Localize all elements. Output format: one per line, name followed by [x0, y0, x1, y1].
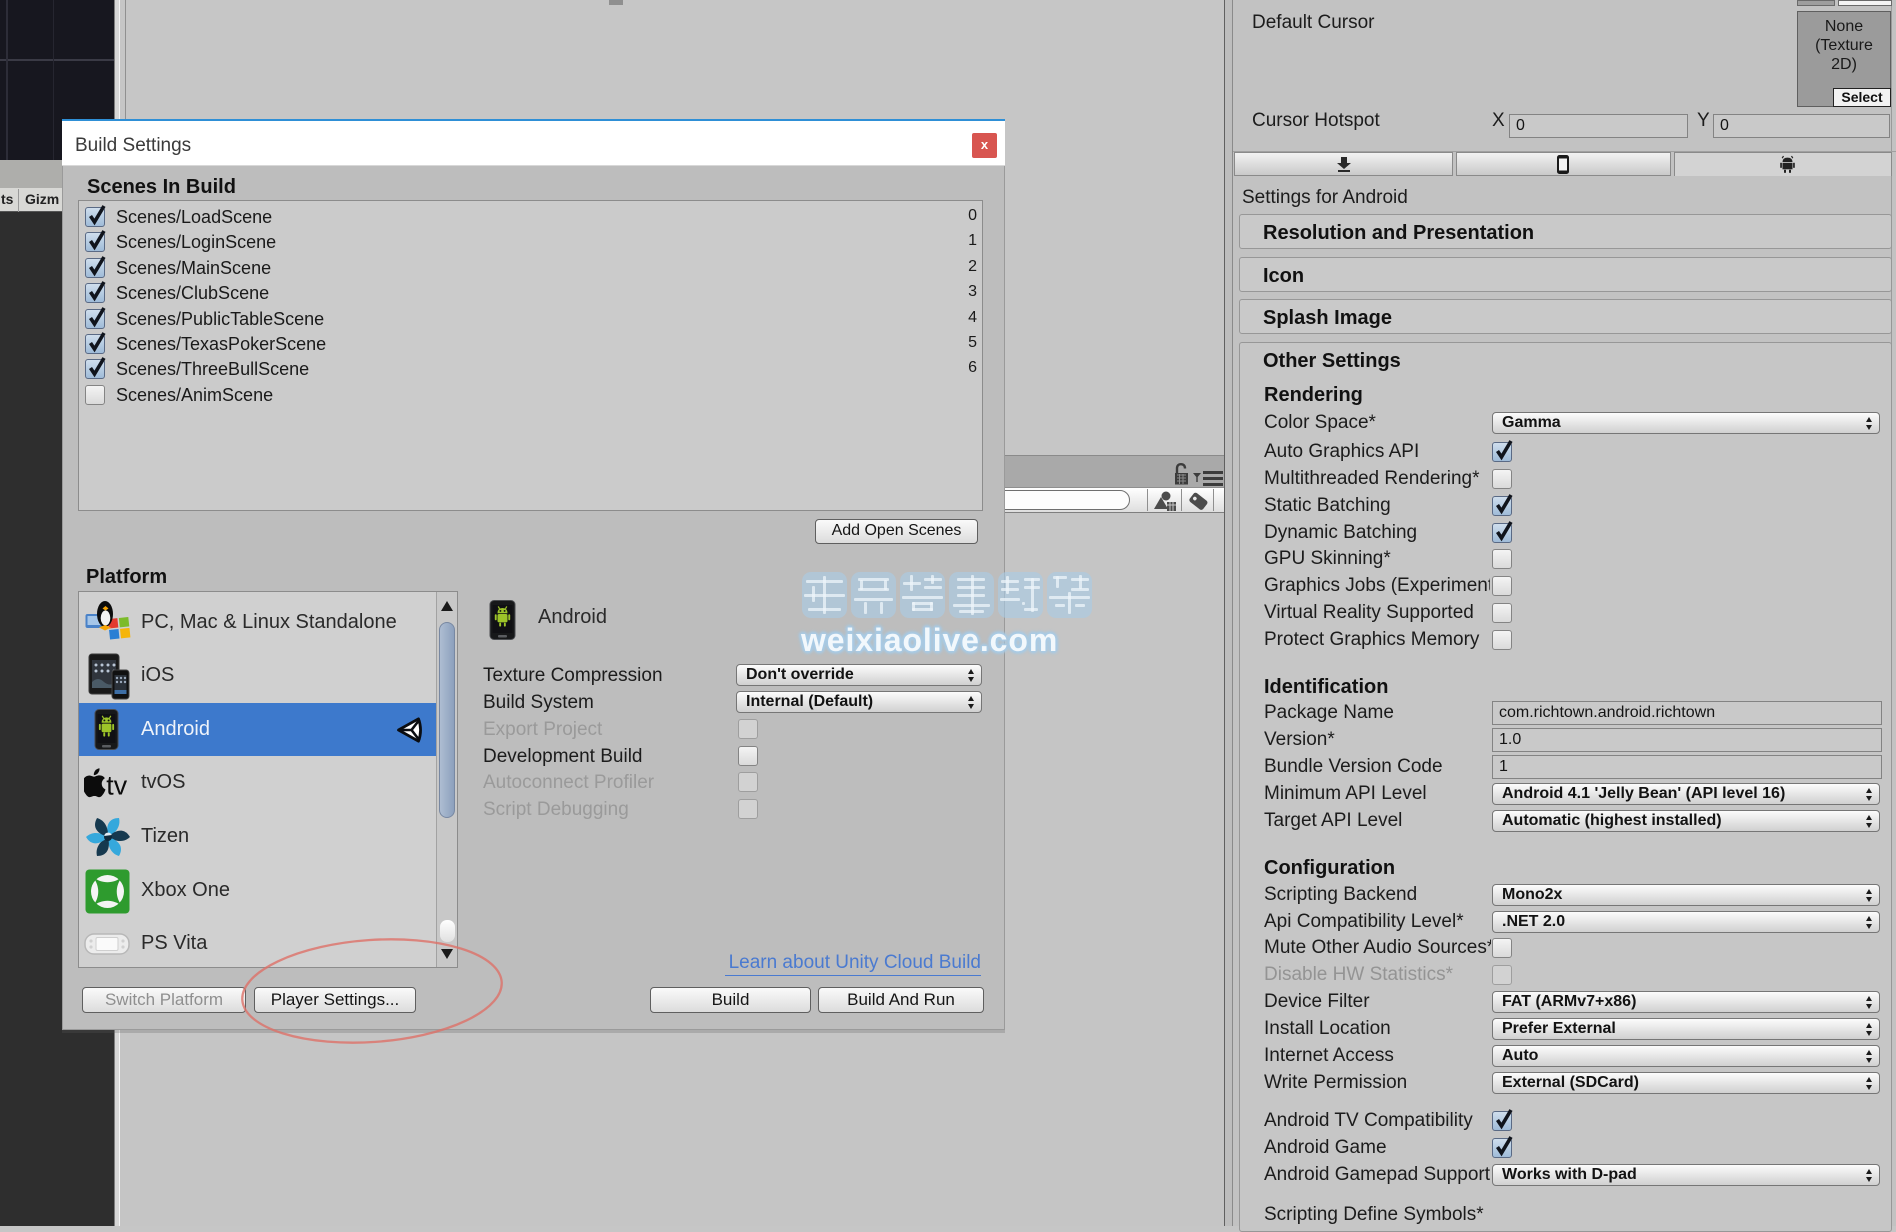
- svg-text:tv: tv: [106, 770, 127, 800]
